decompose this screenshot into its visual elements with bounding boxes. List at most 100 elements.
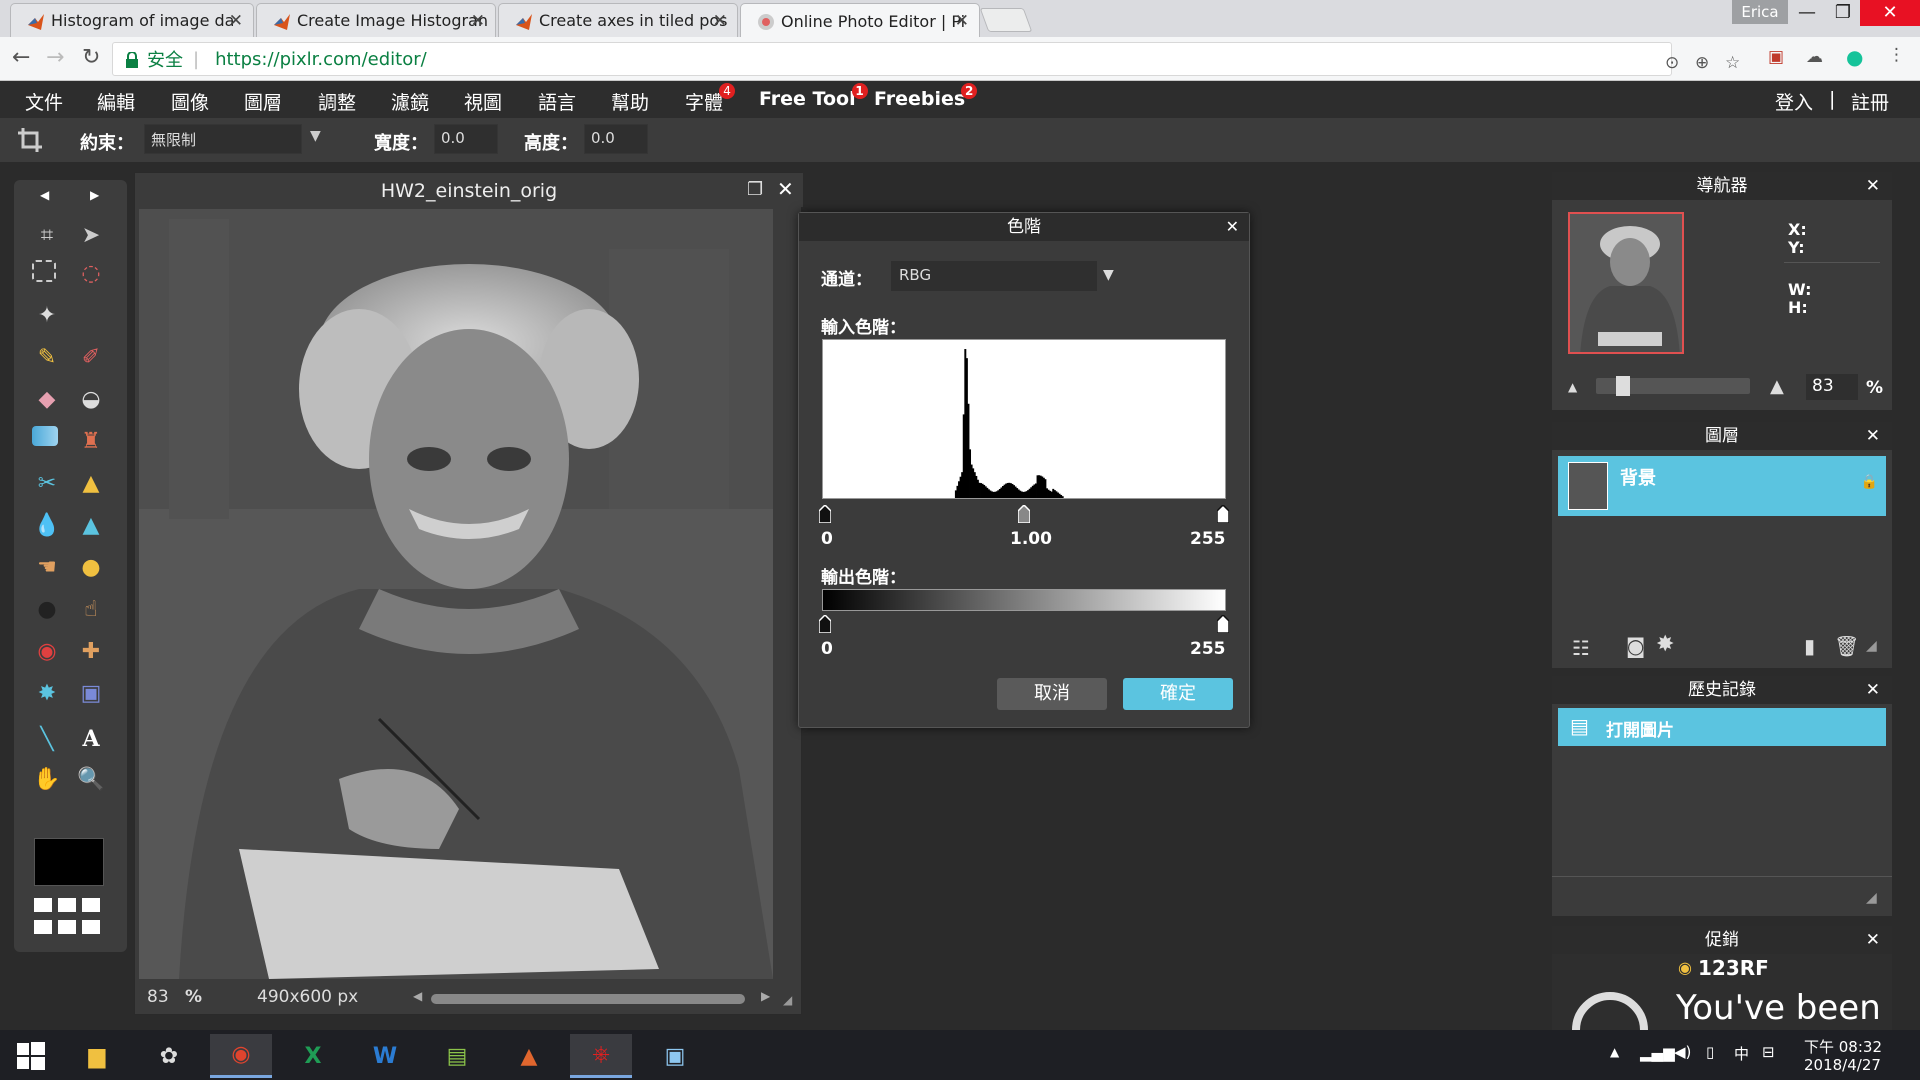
output-min-value[interactable]: 0	[821, 639, 833, 659]
close-icon[interactable]: ✕	[777, 177, 794, 201]
lock-icon[interactable]: 🔒	[1861, 474, 1878, 490]
navigator-thumbnail[interactable]	[1568, 212, 1684, 354]
pencil-icon[interactable]: ✎	[32, 342, 62, 372]
constraint-select[interactable]: 無限制	[144, 124, 302, 154]
excel-icon[interactable]: X	[282, 1034, 344, 1078]
close-icon[interactable]: ✕	[1866, 422, 1880, 450]
zoom-value[interactable]: 83	[147, 987, 169, 1007]
marquee-icon[interactable]	[32, 260, 56, 282]
menu-fonts[interactable]: 字體 4	[685, 83, 736, 115]
close-icon[interactable]: ✕	[1866, 676, 1880, 704]
menu-free-tool[interactable]: Free Tool 1	[759, 83, 868, 110]
browser-tab-create-image-histogram[interactable]: Create Image Histogran ✕	[256, 3, 496, 37]
ime-indicator[interactable]: 中	[1734, 1043, 1749, 1064]
foreground-color-swatch[interactable]	[34, 838, 104, 886]
zoom-tool-icon[interactable]: 🔍	[76, 764, 106, 794]
maximize-icon[interactable]: ❐	[747, 179, 763, 200]
duplicate-layer-icon[interactable]: ▮	[1804, 634, 1815, 658]
pinch-icon[interactable]: ▣	[76, 678, 106, 708]
output-max-value[interactable]: 255	[1190, 639, 1226, 659]
zoom-in-mountain-icon[interactable]: ▲	[1770, 376, 1784, 397]
dodge-icon[interactable]: ☝	[76, 594, 106, 624]
trash-icon[interactable]: 🗑	[1834, 634, 1859, 658]
close-icon[interactable]: ✕	[955, 11, 969, 31]
output-black-handle[interactable]	[819, 615, 831, 633]
input-white-point-handle[interactable]	[1217, 505, 1229, 523]
menu-freebies[interactable]: Freebies 2	[874, 83, 978, 110]
magic-wand-icon[interactable]: ✦	[32, 300, 62, 330]
ok-button[interactable]: 確定	[1123, 678, 1233, 710]
profile-chip[interactable]: Erica	[1732, 0, 1788, 24]
url-bar[interactable]: 安全 | https://pixlr.com/editor/ ⊙ ⊕ ☆	[112, 42, 1740, 76]
crop-icon[interactable]: ⌗	[32, 220, 62, 250]
expand-right-icon[interactable]: ▶	[90, 188, 99, 202]
close-icon[interactable]: ✕	[471, 11, 485, 31]
layer-mask-icon[interactable]: ◙	[1626, 634, 1645, 658]
register-link[interactable]: 註冊	[1851, 88, 1889, 115]
network-icon[interactable]: ▂▄▆	[1640, 1044, 1675, 1062]
back-icon[interactable]: ←	[12, 45, 30, 70]
scroll-left-icon[interactable]: ◀	[413, 989, 422, 1003]
output-white-handle[interactable]	[1217, 615, 1229, 633]
extension-icon[interactable]: ☁	[1806, 47, 1823, 67]
close-icon[interactable]: ✕	[713, 11, 727, 31]
gradient-icon[interactable]	[32, 426, 58, 446]
input-min-value[interactable]: 0	[821, 529, 833, 549]
close-icon[interactable]: ✕	[1226, 213, 1239, 241]
zoom-slider-thumb[interactable]	[1616, 376, 1630, 396]
menu-edit[interactable]: 編輯	[97, 88, 135, 115]
cancel-button[interactable]: 取消	[997, 678, 1107, 710]
browser-tab-create-axes[interactable]: Create axes in tiled pos ✕	[498, 3, 738, 37]
input-gamma-value[interactable]: 1.00	[1010, 529, 1052, 549]
photo-viewer-icon[interactable]: ▤	[426, 1034, 488, 1078]
menu-view[interactable]: 視圖	[464, 88, 502, 115]
input-midtone-handle[interactable]	[1018, 505, 1030, 523]
window-close-icon[interactable]: ✕	[1860, 0, 1920, 26]
layer-item[interactable]: 背景 🔒	[1558, 456, 1886, 516]
windows-start-icon[interactable]	[0, 1034, 62, 1078]
clone-stamp-icon[interactable]: ♜	[76, 426, 106, 456]
zoom-slider-track[interactable]	[1596, 376, 1750, 396]
menu-language[interactable]: 語言	[538, 88, 576, 115]
word-icon[interactable]: W	[354, 1034, 416, 1078]
color-replace-icon[interactable]: ✂	[32, 468, 62, 498]
lasso-icon[interactable]: ◌	[76, 258, 106, 288]
horizontal-scrollbar[interactable]	[431, 994, 745, 1004]
menu-adjust[interactable]: 調整	[318, 88, 356, 115]
chrome-menu-icon[interactable]: ⋮	[1888, 45, 1905, 65]
menu-filter[interactable]: 濾鏡	[391, 88, 429, 115]
spot-heal-icon[interactable]: ✚	[76, 636, 106, 666]
menu-file[interactable]: 文件	[25, 88, 63, 115]
burn-icon[interactable]: ●	[32, 594, 62, 624]
acrobat-icon[interactable]: ⎈	[570, 1034, 632, 1078]
location-icon[interactable]: ⊙	[1665, 53, 1679, 73]
grammarly-icon[interactable]: ●	[1846, 45, 1863, 69]
new-layer-icon[interactable]: ✸	[1656, 632, 1674, 657]
eraser-icon[interactable]: ◆	[32, 384, 62, 414]
chevron-down-icon[interactable]: ▼	[310, 128, 321, 144]
resize-grip-icon[interactable]: ◢	[783, 993, 792, 1007]
zoom-icon[interactable]: ⊕	[1695, 53, 1709, 73]
clock-date[interactable]: 2018/4/27	[1804, 1056, 1881, 1074]
sharpen-icon[interactable]: ▲	[76, 510, 106, 540]
battery-icon[interactable]: ▯	[1706, 1043, 1714, 1061]
input-mode-icon[interactable]: ⊟	[1762, 1043, 1775, 1061]
close-icon[interactable]: ✕	[1866, 172, 1880, 200]
red-eye-icon[interactable]: ◉	[32, 636, 62, 666]
color-picker-icon[interactable]: ╲	[32, 724, 62, 754]
browser-tab-pixlr-editor[interactable]: Online Photo Editor | Pi ✕	[740, 3, 980, 38]
height-input[interactable]: 0.0	[584, 124, 648, 154]
paint-bucket-icon[interactable]: ◒	[76, 384, 106, 414]
browser-tab-histogram-image-data[interactable]: Histogram of image da ✕	[10, 3, 254, 37]
brush-icon[interactable]: ✐	[76, 342, 106, 372]
bookmark-star-icon[interactable]: ☆	[1725, 53, 1740, 73]
chrome-taskbar-icon[interactable]: ◉	[210, 1034, 272, 1078]
file-explorer-icon[interactable]: ▆	[66, 1034, 128, 1078]
drawing-icon[interactable]: ▲	[76, 468, 106, 498]
new-tab-button[interactable]	[979, 8, 1033, 32]
menu-image[interactable]: 圖像	[171, 88, 209, 115]
input-max-value[interactable]: 255	[1190, 529, 1226, 549]
menu-layer[interactable]: 圖層	[244, 88, 282, 115]
show-hidden-icons-icon[interactable]: ▲	[1610, 1045, 1619, 1059]
move-icon[interactable]: ➤	[76, 220, 106, 250]
